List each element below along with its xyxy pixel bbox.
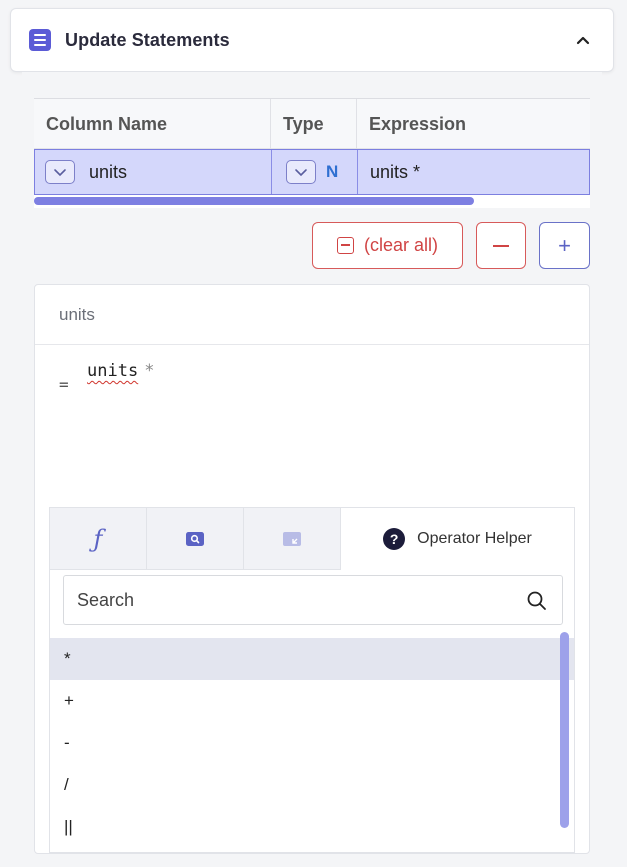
expression-operator: * [144,361,155,381]
search-icon[interactable] [526,590,548,612]
expression-input[interactable]: units * [87,361,154,381]
column-dropdown-button[interactable] [45,160,75,184]
question-circle-icon: ? [383,528,406,550]
grid-header: Column Name Type Expression [34,99,590,149]
update-statements-body: Column Name Type Expression units N unit… [22,72,602,867]
chevron-down-icon [54,169,66,177]
list-icon [29,29,51,51]
minus-icon [493,244,509,247]
helper-tabs: ƒ ? Operator Helper [50,508,574,570]
cell-type[interactable]: N [272,150,358,194]
operator-list: * + - / || [50,638,574,854]
type-badge: N [326,162,339,181]
operator-helper-panel: ƒ ? Operator Helper Search * + - / || [49,507,575,853]
section-title: Update Statements [65,29,230,50]
equals-sign: = [59,375,69,394]
add-row-button[interactable]: + [539,222,590,269]
type-dropdown-button[interactable] [286,160,316,184]
column-header-type[interactable]: Type [271,99,357,149]
tab-column-search[interactable] [147,508,244,570]
operator-search[interactable] [63,575,563,625]
expression-token: units [87,361,139,381]
expression-editor: units = units * ƒ ? Operator Helper Sear… [34,284,590,854]
statements-grid: Column Name Type Expression units N unit… [34,98,590,208]
tab-operator-helper-label: Operator Helper [417,530,532,547]
column-name-value: units [89,161,128,182]
expand-icon [283,531,301,546]
chevron-down-icon [295,169,307,177]
editor-column-label: units [35,285,589,345]
vertical-scrollbar[interactable] [560,632,569,828]
remove-row-button[interactable] [476,222,526,269]
search-box-icon [186,531,204,546]
list-item[interactable]: / [50,764,574,806]
tab-expand[interactable] [244,508,341,570]
minus-square-icon [336,237,354,254]
clear-all-label: (clear all) [363,235,438,255]
update-statements-header[interactable]: Update Statements [10,8,614,72]
tab-operator-helper[interactable]: ? Operator Helper [341,508,574,570]
table-row[interactable]: units N units * [34,149,590,195]
cell-column-name[interactable]: units [35,150,272,194]
column-header-column-name[interactable]: Column Name [34,99,271,149]
chevron-up-icon [576,36,590,45]
plus-icon: + [558,232,571,258]
list-item[interactable]: || [50,806,574,848]
list-item[interactable]: * [50,638,574,680]
list-item[interactable]: + [50,680,574,722]
column-header-expression[interactable]: Expression [357,99,590,149]
horizontal-scrollbar[interactable] [34,197,474,205]
clear-all-button[interactable]: (clear all) [312,222,463,269]
tab-functions[interactable]: ƒ [50,508,147,570]
cell-expression[interactable]: units * [358,150,589,194]
list-item[interactable]: - [50,722,574,764]
collapse-toggle[interactable] [567,25,599,57]
search-input[interactable] [77,589,497,611]
function-icon: ƒ [93,524,103,553]
